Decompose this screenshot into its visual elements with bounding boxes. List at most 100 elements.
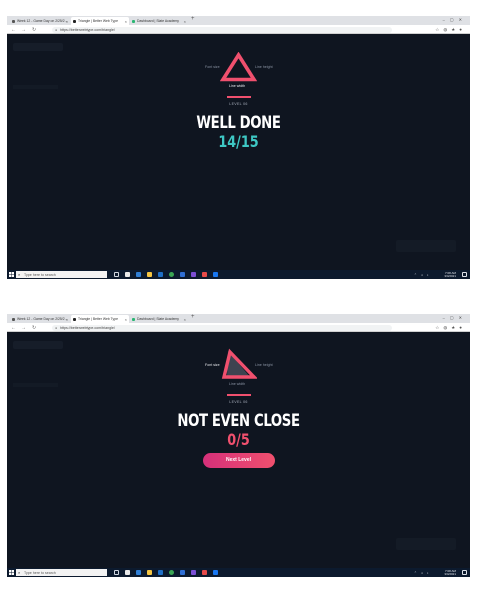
score-value: 0/5 [227, 430, 250, 449]
url-text: https://betterwebtype.com/triangle/ [60, 325, 115, 330]
browser-tab-active[interactable]: Triangle | Better Web Type × [71, 17, 129, 25]
taskbar-search-input[interactable]: ⌕ Type here to search [16, 569, 107, 576]
windows-start-icon[interactable] [9, 272, 14, 277]
lock-icon: ● [55, 27, 58, 32]
clock[interactable]: 7:08 AM 3/4/2021 [444, 569, 456, 576]
extension-icons[interactable]: ☆◍★● [435, 325, 466, 331]
game-page: Font size Line height Line width LEVEL 0… [7, 35, 470, 270]
clock[interactable]: 7:08 AM 3/4/2021 [444, 271, 456, 278]
notification-icon[interactable] [462, 570, 467, 575]
site-logo [13, 341, 63, 349]
close-tab-icon[interactable]: × [125, 19, 127, 24]
faded-button [396, 538, 456, 550]
tab-label: Dashboard | Slate Academy [137, 317, 179, 321]
url-field[interactable]: ● https://betterwebtype.com/triangle/ [52, 324, 392, 331]
triangle-icon [220, 52, 257, 82]
system-tray-icons[interactable]: ⌃ ◖ ♪ [414, 571, 430, 575]
triangle-icon [221, 348, 257, 379]
search-icon: ⌕ [18, 570, 21, 575]
close-tab-icon[interactable]: × [66, 317, 68, 322]
app-icon[interactable] [202, 272, 207, 277]
close-tab-icon[interactable]: × [125, 317, 127, 322]
url-text: https://betterwebtype.com/triangle/ [60, 27, 115, 32]
clock-date: 3/4/2021 [444, 273, 456, 278]
level-label: LEVEL 06 [229, 102, 248, 106]
browser-tab[interactable]: Dashboard | Slate Academy × [130, 315, 188, 323]
app-icon[interactable] [213, 272, 218, 277]
site-logo [13, 43, 63, 51]
new-tab-icon[interactable]: + [191, 16, 195, 22]
screenshot-not-even-close: Week 12 - Game Day on 2/25/2… × Triangle… [7, 314, 470, 577]
address-bar: ← → ↻ ● https://betterwebtype.com/triang… [7, 323, 470, 332]
taskbar: ⌕ Type here to search ⌃ ◖ ♪ 7:08 AM 3/4/… [7, 568, 470, 577]
new-tab-icon[interactable]: + [191, 314, 195, 320]
browser-tab[interactable]: Week 12 - Game Day on 2/25/2… × [10, 315, 70, 323]
taskbar: ⌕ Type here to search ⌃ ◖ ♪ 7:08 AM 3/4/… [7, 270, 470, 279]
faded-text [13, 85, 58, 89]
store-icon[interactable] [125, 570, 130, 575]
app-icon[interactable] [202, 570, 207, 575]
word-icon[interactable] [158, 570, 163, 575]
browser-tab[interactable]: Week 12 - Game Day on 2/25/2… × [10, 17, 70, 25]
windows-start-icon[interactable] [9, 570, 14, 575]
forward-icon[interactable]: → [21, 27, 26, 33]
system-tray-icons[interactable]: ⌃ ◖ ♪ [414, 273, 430, 277]
font-size-label: Font size [205, 363, 220, 367]
tab-label: Week 12 - Game Day on 2/25/2… [17, 19, 69, 23]
search-placeholder: Type here to search [24, 570, 56, 575]
notification-icon[interactable] [462, 272, 467, 277]
lock-icon: ● [55, 325, 58, 330]
task-view-icon[interactable] [114, 272, 119, 277]
tab-label: Triangle | Better Web Type [78, 317, 119, 321]
word-icon[interactable] [158, 272, 163, 277]
app-icon[interactable] [213, 570, 218, 575]
task-view-icon[interactable] [114, 570, 119, 575]
browser-tab-bar: Week 12 - Game Day on 2/25/2… × Triangle… [7, 16, 470, 25]
zoom-icon[interactable] [180, 272, 185, 277]
back-icon[interactable]: ← [11, 325, 16, 331]
window-controls[interactable]: –▢✕ [443, 315, 467, 320]
url-field[interactable]: ● https://betterwebtype.com/triangle/ [52, 26, 392, 33]
browser-tab-bar: Week 12 - Game Day on 2/25/2… × Triangle… [7, 314, 470, 323]
tab-favicon-icon [73, 317, 76, 321]
mail-icon[interactable] [136, 272, 141, 277]
teams-icon[interactable] [191, 570, 196, 575]
line-height-label: Line height [255, 65, 273, 69]
forward-icon[interactable]: → [21, 325, 26, 331]
screenshot-well-done: Week 12 - Game Day on 2/25/2… × Triangle… [7, 16, 470, 279]
result-heading: WELL DONE [196, 113, 281, 133]
close-tab-icon[interactable]: × [66, 19, 68, 24]
close-tab-icon[interactable]: × [184, 317, 186, 322]
teams-icon[interactable] [191, 272, 196, 277]
score-value: 14/15 [218, 132, 259, 151]
browser-tab-active[interactable]: Triangle | Better Web Type × [71, 315, 129, 323]
tab-label: Dashboard | Slate Academy [137, 19, 179, 23]
close-tab-icon[interactable]: × [184, 19, 186, 24]
tab-favicon-icon [132, 19, 135, 23]
next-level-button[interactable]: Next Level [202, 453, 275, 468]
file-explorer-icon[interactable] [147, 570, 152, 575]
chrome-icon[interactable] [169, 570, 174, 575]
back-icon[interactable]: ← [11, 27, 16, 33]
zoom-icon[interactable] [180, 570, 185, 575]
clock-date: 3/4/2021 [444, 571, 456, 576]
faded-text [13, 383, 58, 387]
accent-divider [226, 394, 251, 396]
tab-label: Week 12 - Game Day on 2/25/2… [17, 317, 69, 321]
chrome-icon[interactable] [169, 272, 174, 277]
file-explorer-icon[interactable] [147, 272, 152, 277]
window-controls[interactable]: –▢✕ [443, 17, 467, 22]
line-width-label: Line width [229, 84, 246, 88]
result-heading: NOT EVEN CLOSE [177, 411, 300, 431]
reload-icon[interactable]: ↻ [32, 27, 36, 33]
level-label: LEVEL 06 [229, 400, 248, 404]
taskbar-search-input[interactable]: ⌕ Type here to search [16, 271, 107, 278]
reload-icon[interactable]: ↻ [32, 325, 36, 331]
mail-icon[interactable] [136, 570, 141, 575]
extension-icons[interactable]: ☆◍★● [435, 27, 466, 33]
address-bar: ← → ↻ ● https://betterwebtype.com/triang… [7, 25, 470, 34]
font-size-label: Font size [205, 65, 220, 69]
browser-tab[interactable]: Dashboard | Slate Academy × [130, 17, 188, 25]
tab-favicon-icon [132, 317, 135, 321]
store-icon[interactable] [125, 272, 130, 277]
